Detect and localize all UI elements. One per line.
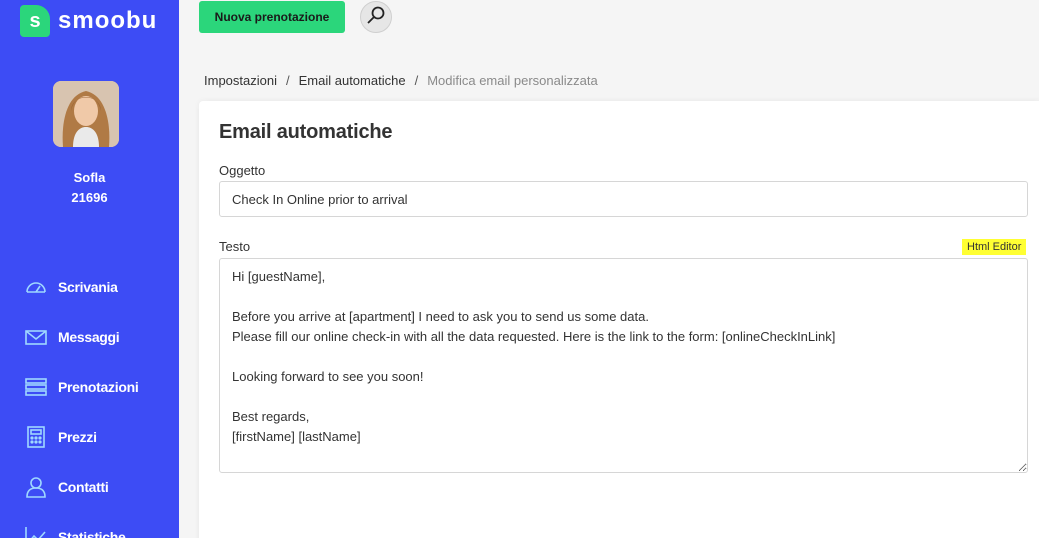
magnifier-icon (366, 5, 386, 30)
email-body-textarea[interactable]: Hi [guestName], Before you arrive at [ap… (219, 258, 1028, 473)
subject-label: Oggetto (219, 163, 266, 178)
brand-name: smoobu (58, 7, 158, 34)
user-id: 21696 (71, 190, 108, 205)
envelope-icon (25, 326, 47, 348)
html-editor-link[interactable]: Html Editor (962, 239, 1027, 255)
sidebar: s smoobu Sofla 21696 Scrivania Messaggi … (0, 0, 179, 538)
dashboard-gauge-icon (25, 276, 47, 298)
page-title: Email automatiche (219, 121, 393, 143)
sidebar-item-label: Messaggi (58, 329, 120, 345)
sidebar-nav: Scrivania Messaggi Prenotazioni Prezzi C… (0, 262, 179, 538)
sidebar-item-statistiche[interactable]: Statistiche (0, 512, 179, 538)
sidebar-item-label: Prezzi (58, 429, 97, 445)
sidebar-item-label: Prenotazioni (58, 379, 139, 395)
brand-logo[interactable]: s smoobu (20, 5, 157, 37)
sidebar-item-contatti[interactable]: Contatti (0, 462, 179, 512)
sidebar-item-prenotazioni[interactable]: Prenotazioni (0, 362, 179, 412)
sidebar-item-label: Statistiche (58, 529, 126, 538)
sidebar-item-messaggi[interactable]: Messaggi (0, 312, 179, 362)
new-booking-button[interactable]: Nuova prenotazione (199, 1, 345, 33)
smoobu-logo-icon: s (20, 5, 50, 37)
email-form-card: Email automatiche Oggetto Testo Html Edi… (199, 101, 1039, 538)
avatar[interactable] (53, 81, 119, 147)
breadcrumb-separator: / (285, 73, 290, 88)
breadcrumb-current: Modifica email personalizzata (427, 73, 598, 88)
contacts-icon (25, 476, 47, 498)
subject-input[interactable] (219, 181, 1028, 217)
sidebar-item-label: Contatti (58, 479, 109, 495)
text-label: Testo (219, 239, 251, 254)
breadcrumb: Impostazioni / Email automatiche / Modif… (204, 73, 598, 88)
sidebar-item-scrivania[interactable]: Scrivania (0, 262, 179, 312)
user-name: Sofla (73, 170, 106, 185)
chart-icon (25, 526, 47, 538)
list-icon (25, 376, 47, 398)
calculator-icon (25, 426, 47, 448)
breadcrumb-separator: / (414, 73, 419, 88)
sidebar-item-label: Scrivania (58, 279, 118, 295)
breadcrumb-email-automatiche[interactable]: Email automatiche (299, 73, 406, 88)
search-button[interactable] (360, 1, 392, 33)
breadcrumb-impostazioni[interactable]: Impostazioni (204, 73, 277, 88)
sidebar-item-prezzi[interactable]: Prezzi (0, 412, 179, 462)
